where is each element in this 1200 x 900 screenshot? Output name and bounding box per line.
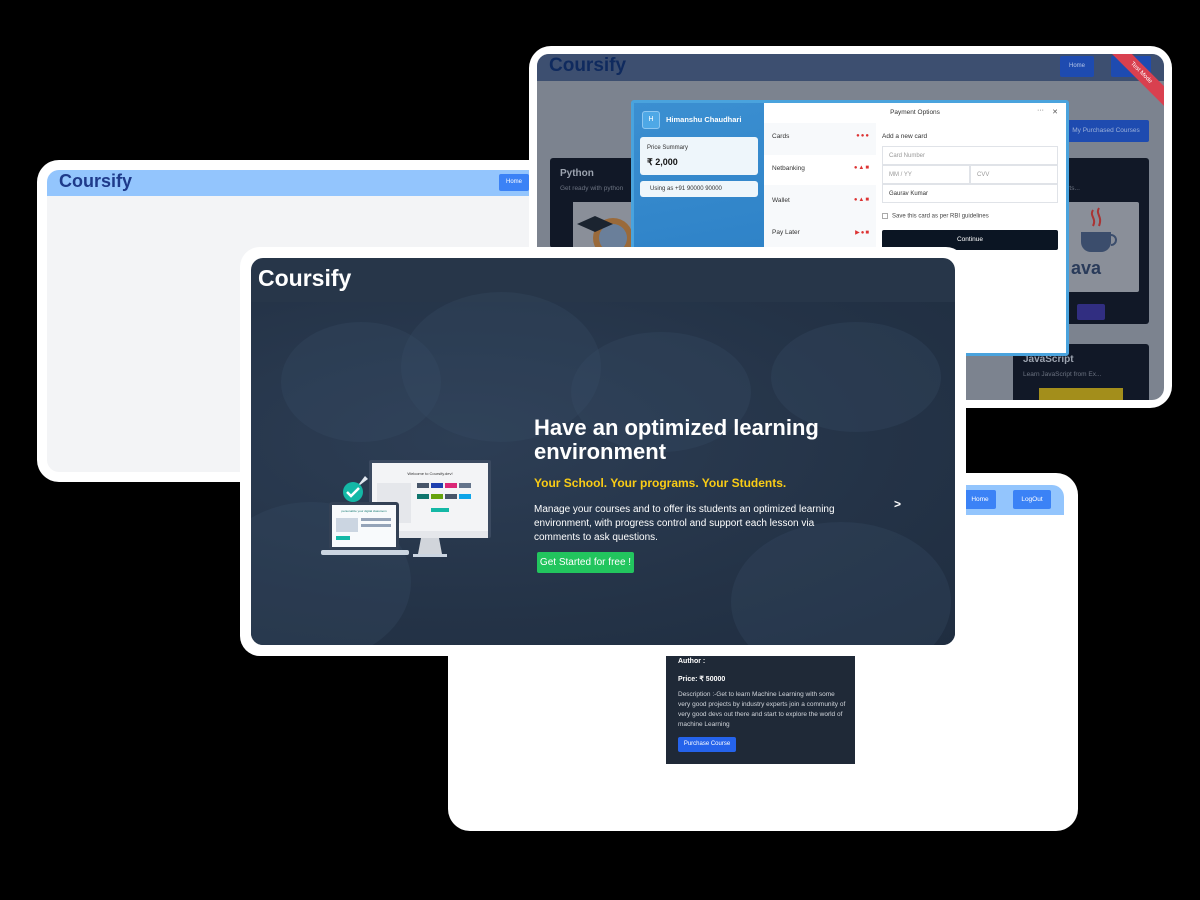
course-detail-card: Author : Price: ₹ 50000 Description :-Ge…: [666, 645, 855, 764]
laptop-title: personalize your digital classroom: [341, 509, 387, 513]
close-icon[interactable]: ✕: [1052, 108, 1058, 116]
navbar: Coursify Home: [47, 170, 557, 196]
course-thumbnail: [573, 202, 633, 248]
screenshot-frame-hero: Coursify Welcome to Coursify.dev! person…: [240, 247, 966, 656]
card-holder-field[interactable]: Gaurav Kumar: [882, 184, 1058, 203]
next-slide-arrow[interactable]: >: [894, 497, 901, 511]
card-number-field[interactable]: Card Number: [882, 146, 1058, 165]
method-label: Wallet: [772, 197, 790, 204]
course-thumbnail: [1039, 388, 1123, 400]
more-icon[interactable]: ···: [1037, 107, 1044, 114]
get-started-button[interactable]: Get Started for free !: [537, 552, 634, 573]
payment-method-cards[interactable]: Cards ●●●: [764, 123, 876, 153]
add-new-card-label: Add a new card: [882, 133, 928, 140]
devices-illustration-svg: Welcome to Coursify.dev! personalize you…: [321, 460, 491, 557]
payment-method-wallet[interactable]: Wallet ●▲■: [764, 187, 876, 217]
checkbox-icon[interactable]: [882, 213, 888, 219]
author-label: Author :: [678, 658, 706, 665]
purchase-course-button[interactable]: Purchase Course: [678, 737, 736, 752]
price-amount: ₹ 2,000: [647, 157, 678, 167]
wallet-logos-icon: ●▲■: [853, 197, 870, 203]
hero-tagline: Your School. Your programs. Your Student…: [534, 476, 787, 490]
course-description: Get ready with python: [560, 185, 624, 192]
landing-page: Coursify Welcome to Coursify.dev! person…: [251, 258, 955, 645]
home-button[interactable]: Home: [1060, 56, 1094, 77]
payment-options-title: Payment Options: [890, 109, 940, 116]
logout-button[interactable]: LogOut: [1013, 490, 1051, 509]
price-label: Price: ₹ 50000: [678, 676, 726, 683]
devices-illustration: Welcome to Coursify.dev! personalize you…: [321, 456, 497, 566]
save-card-label: Save this card as per RBI guidelines: [892, 213, 989, 220]
bank-logos-icon: ●▲■: [853, 165, 870, 171]
java-logo-text: ava: [1071, 258, 1102, 278]
using-as-contact[interactable]: Using as +91 90000 90000: [640, 181, 758, 197]
course-description: Learn JavaScript from Ex...: [1023, 371, 1102, 378]
home-button[interactable]: Home: [499, 174, 529, 191]
expiry-field[interactable]: MM / YY: [882, 165, 970, 184]
price-summary-label: Price Summary: [647, 145, 689, 151]
logo: Coursify: [258, 265, 352, 291]
avatar: H: [642, 111, 660, 129]
cvv-field[interactable]: CVV: [970, 165, 1058, 184]
course-card[interactable]: Python Get ready with python: [550, 158, 640, 248]
method-label: Pay Later: [772, 229, 800, 236]
hero-description: Manage your courses and to offer its stu…: [534, 504, 835, 543]
logo: Coursify: [549, 55, 627, 76]
monitor-title: Welcome to Coursify.dev!: [407, 471, 452, 476]
method-label: Netbanking: [772, 165, 805, 172]
method-label: Cards: [772, 133, 790, 140]
navbar: Coursify Home: [537, 54, 1164, 81]
course-description: Description :-Get to learn Machine Learn…: [678, 691, 846, 728]
price-summary: Price Summary ₹ 2,000: [640, 137, 758, 175]
course-title: Python: [560, 168, 594, 179]
logo: Coursify: [59, 171, 133, 191]
save-card-checkbox[interactable]: Save this card as per RBI guidelines: [882, 213, 1058, 220]
card-form: Add a new card Card Number MM / YY CVV G…: [882, 123, 1058, 250]
card-brands-icon: ●●●: [856, 133, 870, 139]
hero-headline: Have an optimized learning environment: [534, 415, 819, 464]
java-cup-icon: [1081, 207, 1117, 252]
pay-later-logos-icon: ▶●■: [855, 230, 870, 236]
python-logo-image: [577, 216, 633, 248]
my-purchased-courses-button[interactable]: My Purchased Courses: [1063, 120, 1149, 142]
rocket-icon: [359, 476, 368, 485]
user-name: Himanshu Chaudhari: [666, 115, 742, 124]
home-button[interactable]: Home: [964, 490, 996, 509]
view-course-button[interactable]: [1077, 304, 1105, 320]
payment-method-pay-later[interactable]: Pay Later ▶●■: [764, 219, 876, 249]
payment-method-netbanking[interactable]: Netbanking ●▲■: [764, 155, 876, 185]
